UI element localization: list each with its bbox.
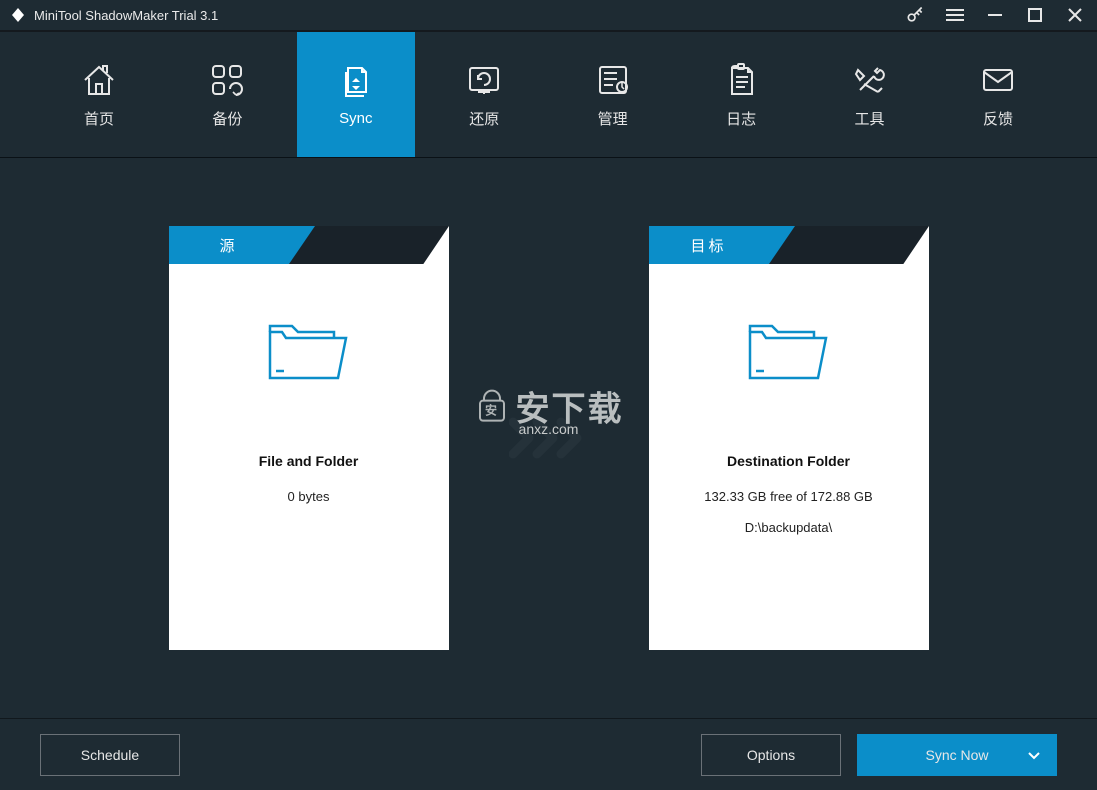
- nav-label: 反馈: [983, 108, 1013, 129]
- button-label: Schedule: [81, 747, 139, 763]
- destination-tab: 目标: [649, 226, 769, 264]
- key-icon[interactable]: [902, 5, 927, 25]
- main-content: 安 安下载 anxz.com 源 File and Folder 0 bytes: [0, 158, 1097, 718]
- app-logo-icon: [10, 7, 26, 23]
- source-panel[interactable]: 源 File and Folder 0 bytes: [169, 226, 449, 650]
- sync-now-button[interactable]: Sync Now: [857, 734, 1057, 776]
- home-icon: [79, 60, 119, 100]
- destination-title: Destination Folder: [727, 453, 850, 469]
- direction-arrows-icon: [509, 416, 589, 460]
- app-title: MiniTool ShadowMaker Trial 3.1: [34, 8, 218, 23]
- caret-down-icon: [1028, 747, 1040, 763]
- nav-label: 工具: [855, 108, 885, 129]
- nav-home[interactable]: 首页: [40, 32, 158, 157]
- minimize-icon[interactable]: [982, 5, 1007, 25]
- nav-manage[interactable]: 管理: [554, 32, 672, 157]
- backup-icon: [207, 60, 247, 100]
- options-button[interactable]: Options: [701, 734, 841, 776]
- destination-path: D:\backupdata\: [745, 520, 832, 535]
- navbar: 首页 备份 Sync 还原 管理 日志 工具: [0, 30, 1097, 158]
- nav-label: 备份: [212, 108, 242, 129]
- nav-label: 首页: [84, 108, 114, 129]
- nav-log[interactable]: 日志: [682, 32, 800, 157]
- nav-backup[interactable]: 备份: [168, 32, 286, 157]
- tools-icon: [850, 60, 890, 100]
- nav-sync[interactable]: Sync: [297, 32, 415, 157]
- destination-panel[interactable]: 目标 Destination Folder 132.33 GB free of …: [649, 226, 929, 650]
- close-icon[interactable]: [1062, 5, 1087, 25]
- feedback-icon: [978, 60, 1018, 100]
- panel-header: 目标: [649, 226, 929, 264]
- svg-text:安: 安: [484, 402, 498, 417]
- sync-icon: [336, 62, 376, 102]
- panel-header: 源: [169, 226, 449, 264]
- source-tab: 源: [169, 226, 289, 264]
- nav-label: 还原: [469, 108, 499, 129]
- destination-free: 132.33 GB free of 172.88 GB: [704, 489, 872, 504]
- menu-icon[interactable]: [942, 5, 967, 25]
- schedule-button[interactable]: Schedule: [40, 734, 180, 776]
- folder-icon: [744, 316, 832, 393]
- nav-restore[interactable]: 还原: [425, 32, 543, 157]
- nav-label: 日志: [726, 108, 756, 129]
- nav-feedback[interactable]: 反馈: [939, 32, 1057, 157]
- nav-tools[interactable]: 工具: [811, 32, 929, 157]
- restore-icon: [464, 60, 504, 100]
- button-label: Options: [747, 747, 795, 763]
- nav-label: Sync: [339, 110, 372, 127]
- folder-icon: [264, 316, 352, 393]
- manage-icon: [593, 60, 633, 100]
- titlebar: MiniTool ShadowMaker Trial 3.1: [0, 0, 1097, 30]
- nav-label: 管理: [598, 108, 628, 129]
- source-size: 0 bytes: [288, 489, 330, 504]
- footer: Schedule Options Sync Now: [0, 718, 1097, 790]
- log-icon: [721, 60, 761, 100]
- maximize-icon[interactable]: [1022, 5, 1047, 25]
- button-label: Sync Now: [925, 747, 988, 763]
- source-title: File and Folder: [259, 453, 359, 469]
